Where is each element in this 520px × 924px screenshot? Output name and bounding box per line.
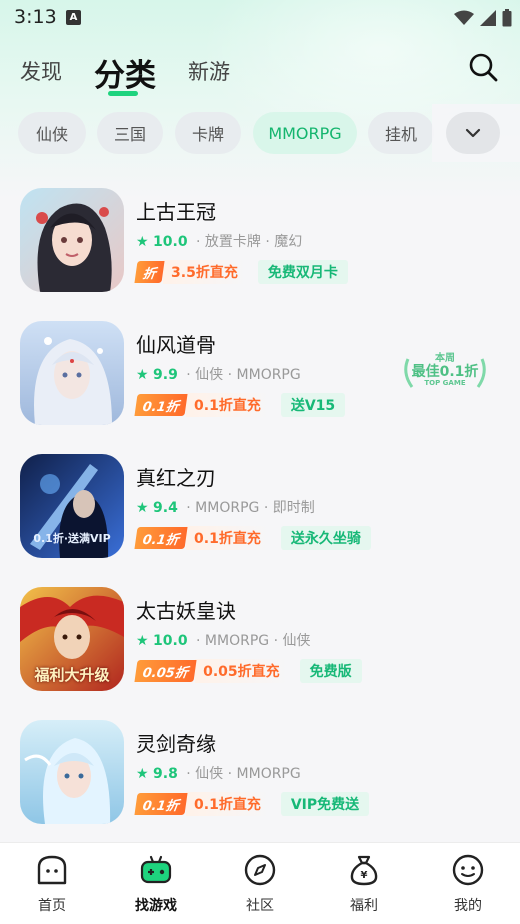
game-meta: ★ 9.4 · MMORPG · 即时制 xyxy=(136,497,315,517)
discount-text: 0.1折直充 xyxy=(186,792,269,816)
chip-mmorpg[interactable]: MMORPG xyxy=(253,112,357,154)
battery-icon xyxy=(502,9,512,27)
discount-text: 3.5折直充 xyxy=(163,260,246,284)
notification-app-icon: A xyxy=(66,10,81,25)
chip-card[interactable]: 卡牌 xyxy=(175,112,241,154)
game-item[interactable]: 仙风道骨 ★ 9.9 · 仙侠 · MMORPG 0.1折 0.1折直充 送V1… xyxy=(0,319,520,429)
status-icons xyxy=(454,9,512,27)
chip-idle[interactable]: 挂机 xyxy=(368,112,434,154)
game-score: 10.0 xyxy=(153,234,188,250)
discount-text: 0.1折直充 xyxy=(186,526,269,550)
nav-label: 社区 xyxy=(246,898,274,914)
chip-more-container xyxy=(432,104,520,162)
game-item[interactable]: 灵剑奇缘 ★ 9.8 · 仙侠 · MMORPG 0.1折 0.1折直充 VIP… xyxy=(0,718,520,828)
game-meta: ★ 10.0 · MMORPG · 仙侠 xyxy=(136,630,310,650)
game-genres: · 仙侠 · MMORPG xyxy=(186,766,301,782)
game-score: 9.9 xyxy=(153,367,178,383)
chevron-down-icon xyxy=(465,128,481,138)
nav-label: 我的 xyxy=(454,898,482,914)
nav-label: 福利 xyxy=(350,898,378,914)
status-time: 3:13 xyxy=(14,6,57,28)
star-icon: ★ xyxy=(136,367,149,383)
active-tab-indicator xyxy=(108,91,138,96)
category-chips: 仙侠 三国 卡牌 MMORPG 挂机 xyxy=(0,104,520,162)
game-genres: · 仙侠 · MMORPG xyxy=(186,367,301,383)
discount-text: 0.1折直充 xyxy=(186,393,269,417)
game-genres: · MMORPG · 仙侠 xyxy=(196,633,311,649)
game-icon[interactable] xyxy=(20,720,124,824)
discount-badge: 0.05折 xyxy=(134,660,197,682)
game-genres: · MMORPG · 即时制 xyxy=(186,500,315,516)
home-icon xyxy=(37,855,67,885)
discount-text: 0.05折直充 xyxy=(195,659,288,683)
star-icon: ★ xyxy=(136,234,149,250)
star-icon: ★ xyxy=(136,500,149,516)
game-score: 9.8 xyxy=(153,766,178,782)
game-item[interactable]: 福利大升级 太古妖皇诀 ★ 10.0 · MMORPG · 仙侠 0.05折 0… xyxy=(0,585,520,695)
icon-caption: 0.1折·送满VIP xyxy=(33,532,111,545)
perk-tag: 免费版 xyxy=(299,659,362,683)
nav-home[interactable]: 首页 xyxy=(0,843,104,924)
game-icon[interactable] xyxy=(20,188,124,292)
perk-tag: 免费双月卡 xyxy=(257,260,348,284)
discount-badge: 折 xyxy=(134,261,165,283)
nav-find-games[interactable]: 找游戏 xyxy=(104,843,208,924)
game-score: 9.4 xyxy=(153,500,178,516)
star-icon: ★ xyxy=(136,766,149,782)
tab-new-games[interactable]: 新游 xyxy=(188,56,230,86)
discount-badge: 0.1折 xyxy=(134,793,188,815)
game-genres: · 放置卡牌 · 魔幻 xyxy=(196,234,303,250)
game-meta: ★ 9.9 · 仙侠 · MMORPG xyxy=(136,364,301,384)
expand-categories-button[interactable] xyxy=(446,112,500,154)
game-item[interactable]: 上古王冠 ★ 10.0 · 放置卡牌 · 魔幻 折 3.5折直充 免费双月卡 xyxy=(0,186,520,296)
perk-tag: VIP免费送 xyxy=(280,792,370,816)
game-name: 真红之刃 xyxy=(136,466,216,490)
game-icon[interactable]: 福利大升级 xyxy=(20,587,124,691)
game-tags: 折 3.5折直充 免费双月卡 xyxy=(134,260,348,284)
game-name: 仙风道骨 xyxy=(136,333,216,357)
tab-category[interactable]: 分类 xyxy=(94,50,156,95)
money-bag-icon: ¥ xyxy=(350,855,378,886)
game-tags: 0.05折 0.05折直充 免费版 xyxy=(134,659,362,683)
game-meta: ★ 9.8 · 仙侠 · MMORPG xyxy=(136,763,301,783)
nav-welfare[interactable]: ¥ 福利 xyxy=(312,843,416,924)
star-icon: ★ xyxy=(136,633,149,649)
search-icon[interactable] xyxy=(468,52,498,82)
signal-icon xyxy=(480,10,496,26)
svg-text:¥: ¥ xyxy=(361,870,368,881)
best-badge-line3: TOP GAME xyxy=(424,379,466,387)
chip-xianxia[interactable]: 仙侠 xyxy=(18,112,86,154)
game-tags: 0.1折 0.1折直充 送V15 xyxy=(134,393,346,417)
nav-profile[interactable]: 我的 xyxy=(416,843,520,924)
icon-caption: 福利大升级 xyxy=(34,666,110,684)
chip-sanguo[interactable]: 三国 xyxy=(97,112,163,154)
game-name: 太古妖皇诀 xyxy=(136,599,236,623)
nav-label: 找游戏 xyxy=(135,898,177,914)
bottom-nav: 首页 找游戏 社区 ¥ 福利 我的 xyxy=(0,842,520,924)
game-tags: 0.1折 0.1折直充 送永久坐骑 xyxy=(134,526,371,550)
game-icon[interactable] xyxy=(20,321,124,425)
discount-badge: 0.1折 xyxy=(134,394,188,416)
discount-badge: 0.1折 xyxy=(134,527,188,549)
status-bar: 3:13 A xyxy=(0,0,520,36)
tab-discover[interactable]: 发现 xyxy=(20,56,62,86)
game-icon[interactable]: 0.1折·送满VIP xyxy=(20,454,124,558)
perk-tag: 送永久坐骑 xyxy=(280,526,371,550)
nav-label: 首页 xyxy=(38,898,66,914)
game-score: 10.0 xyxy=(153,633,188,649)
compass-icon xyxy=(244,854,276,886)
perk-tag: 送V15 xyxy=(280,393,346,417)
game-item[interactable]: 0.1折·送满VIP 真红之刃 ★ 9.4 · MMORPG · 即时制 0.1… xyxy=(0,452,520,562)
nav-community[interactable]: 社区 xyxy=(208,843,312,924)
gamepad-icon xyxy=(140,855,172,884)
top-tabs: 发现 分类 新游 xyxy=(0,50,520,100)
weekly-best-badge: 本周 最佳0.1折 TOP GAME xyxy=(400,349,490,397)
wifi-icon xyxy=(454,10,474,25)
game-name: 灵剑奇缘 xyxy=(136,732,216,756)
game-name: 上古王冠 xyxy=(136,200,216,224)
game-tags: 0.1折 0.1折直充 VIP免费送 xyxy=(134,792,370,816)
best-badge-line2: 最佳0.1折 xyxy=(411,364,479,380)
profile-face-icon xyxy=(452,854,484,886)
game-meta: ★ 10.0 · 放置卡牌 · 魔幻 xyxy=(136,231,302,251)
